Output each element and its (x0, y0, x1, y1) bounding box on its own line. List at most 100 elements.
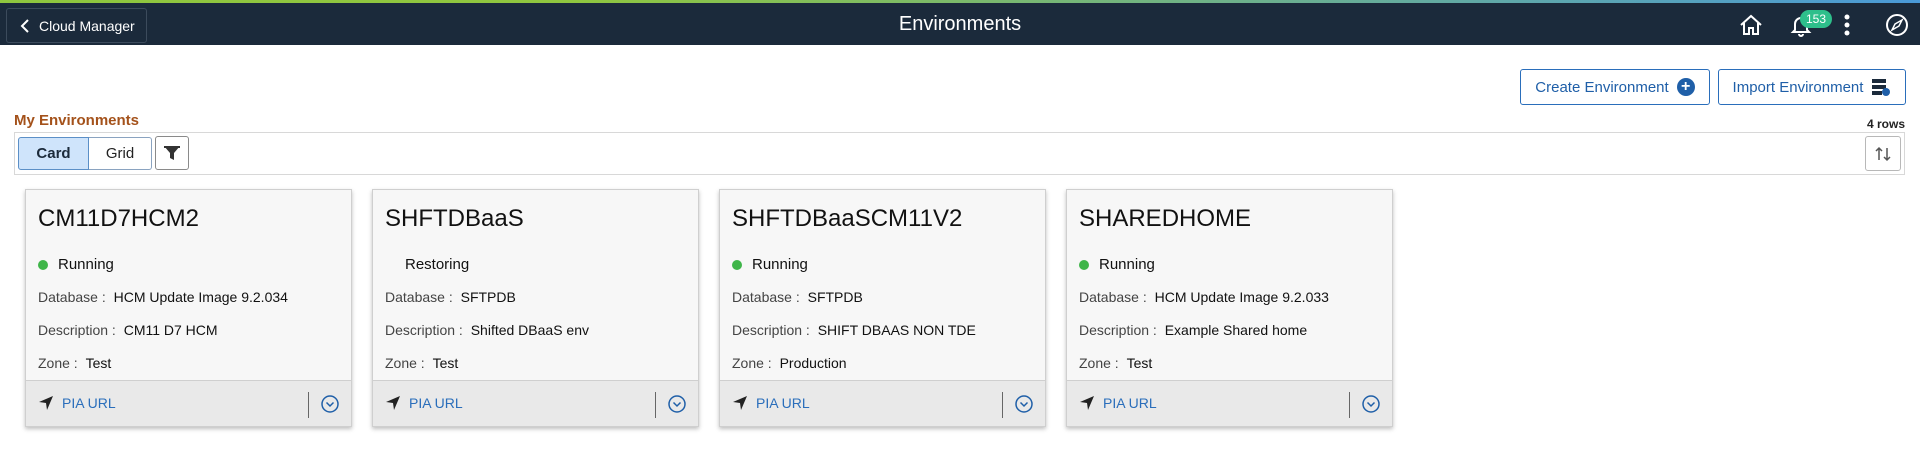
description-value: SHIFT DBAAS NON TDE (817, 322, 976, 338)
description-label: Description : (732, 322, 810, 338)
database-value: SFTPDB (460, 289, 516, 305)
more-options-icon[interactable] (1836, 12, 1858, 38)
sort-button[interactable] (1865, 136, 1901, 171)
zone-value: Production (779, 355, 847, 371)
card-footer: PIA URL (373, 380, 698, 426)
top-banner: Cloud Manager Environments (0, 0, 1920, 45)
pia-url-link[interactable]: PIA URL (385, 395, 463, 411)
database-label: Database : (1079, 289, 1147, 305)
pia-url-label: PIA URL (62, 395, 116, 411)
status-label: Restoring (405, 256, 470, 273)
navigation-arrow-icon (39, 396, 53, 410)
filter-icon (164, 146, 180, 160)
status-dot-icon (1079, 259, 1089, 270)
footer-divider (1002, 392, 1003, 418)
page-title: Environments (898, 13, 1022, 35)
import-environment-button[interactable]: Import Environment (1718, 69, 1906, 105)
zone-value: Test (1126, 355, 1153, 371)
status-label: Running (1099, 256, 1155, 273)
section-title: My Environments (14, 112, 140, 129)
card-footer: PIA URL (1067, 380, 1392, 426)
status-dot-icon (385, 260, 395, 270)
zone-label: Zone : (385, 355, 425, 371)
database-field: Database : HCM Update Image 9.2.033 (1079, 289, 1329, 305)
row-count: 4 rows (1866, 117, 1905, 131)
status-label: Running (752, 256, 808, 273)
description-field: Description : SHIFT DBAAS NON TDE (732, 322, 976, 338)
database-value: HCM Update Image 9.2.033 (1154, 289, 1329, 305)
environment-status: Running (1079, 256, 1155, 273)
description-label: Description : (1079, 322, 1157, 338)
database-value: HCM Update Image 9.2.034 (113, 289, 288, 305)
environment-card[interactable]: SHFTDBaaS Restoring Database : SFTPDB De… (372, 189, 699, 427)
card-footer: PIA URL (26, 380, 351, 426)
environment-card[interactable]: SHAREDHOME Running Database : HCM Update… (1066, 189, 1393, 427)
create-environment-label: Create Environment (1535, 78, 1669, 96)
status-dot-icon (732, 259, 742, 270)
zone-label: Zone : (38, 355, 78, 371)
chevron-down-circle-icon[interactable] (1015, 395, 1033, 413)
description-label: Description : (38, 322, 116, 338)
tab-card[interactable]: Card (18, 137, 89, 170)
navigation-arrow-icon (386, 396, 400, 410)
environment-name[interactable]: SHAREDHOME (1079, 205, 1251, 233)
zone-field: Zone : Test (38, 355, 111, 371)
environment-name[interactable]: SHFTDBaaSCM11V2 (732, 205, 962, 233)
zone-value: Test (432, 355, 459, 371)
navbar-compass-icon[interactable] (1884, 12, 1910, 38)
description-field: Description : CM11 D7 HCM (38, 322, 218, 338)
footer-divider (655, 392, 656, 418)
home-icon[interactable] (1738, 12, 1764, 38)
database-label: Database : (732, 289, 800, 305)
environment-status: Running (732, 256, 808, 273)
database-value: SFTPDB (807, 289, 863, 305)
list-toolbar: Card Grid (14, 132, 1905, 175)
notification-badge: 153 (1800, 10, 1832, 28)
zone-label: Zone : (1079, 355, 1119, 371)
zone-field: Zone : Test (1079, 355, 1152, 371)
pia-url-label: PIA URL (409, 395, 463, 411)
description-field: Description : Example Shared home (1079, 322, 1307, 338)
chevron-down-circle-icon[interactable] (321, 395, 339, 413)
pia-url-label: PIA URL (1103, 395, 1157, 411)
create-environment-button[interactable]: Create Environment + (1520, 69, 1710, 105)
pia-url-label: PIA URL (756, 395, 810, 411)
environment-name[interactable]: CM11D7HCM2 (38, 205, 199, 233)
card-footer: PIA URL (720, 380, 1045, 426)
plus-circle-icon: + (1676, 78, 1695, 96)
import-environment-label: Import Environment (1732, 78, 1864, 96)
pia-url-link[interactable]: PIA URL (1079, 395, 1157, 411)
chevron-down-circle-icon[interactable] (668, 395, 686, 413)
zone-field: Zone : Test (385, 355, 458, 371)
pia-url-link[interactable]: PIA URL (732, 395, 810, 411)
view-toggle: Card Grid (18, 137, 152, 170)
tab-grid[interactable]: Grid (89, 137, 152, 170)
description-label: Description : (385, 322, 463, 338)
environment-card[interactable]: SHFTDBaaSCM11V2 Running Database : SFTPD… (719, 189, 1046, 427)
database-label: Database : (385, 289, 453, 305)
description-value: CM11 D7 HCM (123, 322, 218, 338)
database-field: Database : SFTPDB (732, 289, 863, 305)
status-label: Running (58, 256, 114, 273)
pia-url-link[interactable]: PIA URL (38, 395, 116, 411)
status-dot-icon (38, 259, 48, 270)
database-label: Database : (38, 289, 106, 305)
filter-button[interactable] (155, 136, 189, 170)
chevron-down-circle-icon[interactable] (1362, 395, 1380, 413)
sort-icon (1875, 146, 1891, 161)
environment-card[interactable]: CM11D7HCM2 Running Database : HCM Update… (25, 189, 352, 427)
footer-divider (1349, 392, 1350, 418)
description-field: Description : Shifted DBaaS env (385, 322, 589, 338)
description-value: Shifted DBaaS env (470, 322, 589, 338)
environment-status: Running (38, 256, 114, 273)
environment-status: Restoring (385, 256, 469, 273)
import-server-icon (1872, 79, 1891, 96)
zone-field: Zone : Production (732, 355, 847, 371)
description-value: Example Shared home (1164, 322, 1308, 338)
footer-divider (308, 392, 309, 418)
zone-value: Test (85, 355, 112, 371)
database-field: Database : HCM Update Image 9.2.034 (38, 289, 288, 305)
zone-label: Zone : (732, 355, 772, 371)
environment-name[interactable]: SHFTDBaaS (385, 205, 524, 233)
navigation-arrow-icon (733, 396, 747, 410)
